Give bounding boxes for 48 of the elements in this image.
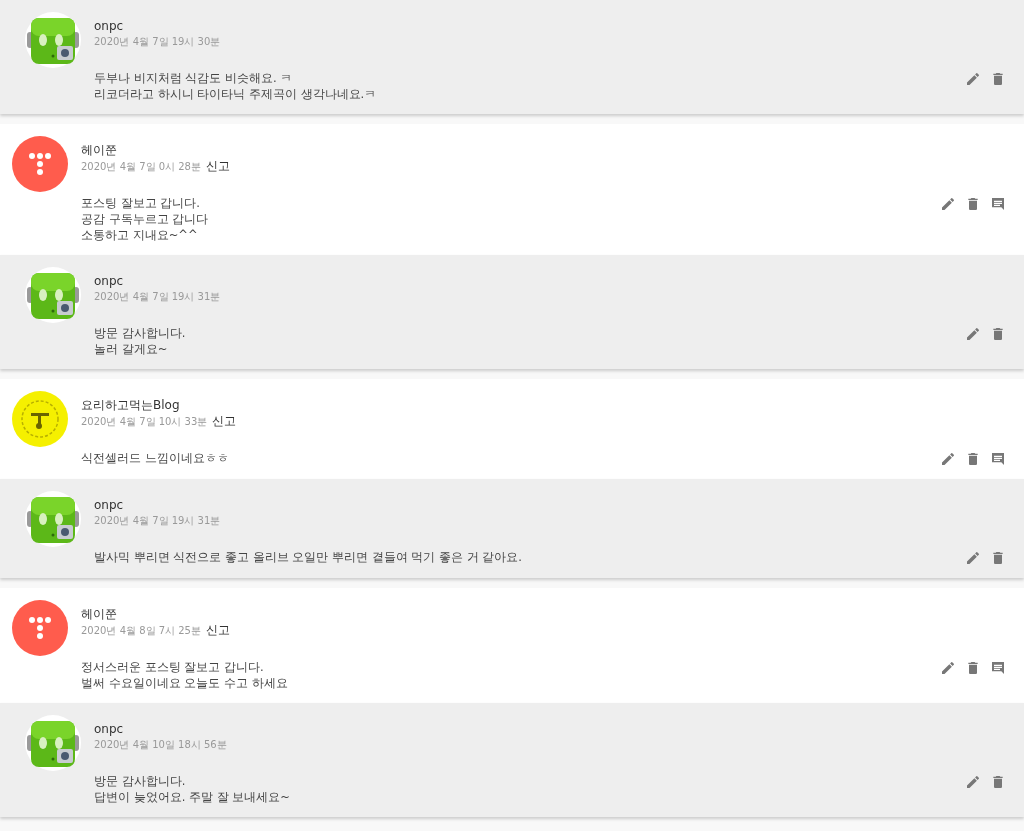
author-name: onpc bbox=[94, 722, 125, 737]
author-name: 헤이쭌 bbox=[81, 607, 118, 622]
pencil-icon[interactable] bbox=[940, 451, 956, 467]
badge-avatar-icon bbox=[12, 391, 68, 447]
comment-icon[interactable] bbox=[990, 660, 1006, 676]
comment-text: 발사믹 뿌리면 식전으로 좋고 올리브 오일만 뿌리면 곁들여 먹기 좋은 거 같아요. bbox=[94, 549, 523, 565]
trash-icon[interactable] bbox=[990, 774, 1006, 790]
author-name: 요리하고먹는Blog bbox=[81, 398, 181, 413]
robot-avatar-icon bbox=[25, 715, 81, 771]
comment-date: 2020년 4월 7일 0시 28분 bbox=[81, 160, 201, 174]
comment-date: 2020년 4월 7일 19시 30분 bbox=[94, 35, 221, 49]
author-name: onpc bbox=[94, 274, 125, 289]
comment-text: 정서스러운 포스팅 잘보고 갑니다. 벌써 수요일이네요 오늘도 수고 하세요 bbox=[81, 659, 289, 691]
trash-icon[interactable] bbox=[990, 550, 1006, 566]
trash-icon[interactable] bbox=[965, 196, 981, 212]
comment-icon[interactable] bbox=[990, 451, 1006, 467]
report-link[interactable]: 신고 bbox=[206, 158, 230, 174]
robot-avatar-icon bbox=[25, 12, 81, 68]
comment-text: 두부나 비지처럼 식감도 비슷해요. ㅋ 리코더라고 하시니 타이타닉 주제곡이 생각나네요.ㅋ bbox=[94, 70, 378, 102]
comment-date: 2020년 4월 8일 7시 25분 bbox=[81, 624, 201, 638]
trash-icon[interactable] bbox=[965, 451, 981, 467]
robot-avatar-icon bbox=[25, 267, 81, 323]
comment-text: 식전셀러드 느낌이네요ㅎㅎ bbox=[81, 450, 230, 466]
avatar-icon bbox=[12, 600, 68, 656]
pencil-icon[interactable] bbox=[940, 660, 956, 676]
trash-icon[interactable] bbox=[990, 71, 1006, 87]
pencil-icon[interactable] bbox=[965, 550, 981, 566]
report-link[interactable]: 신고 bbox=[206, 622, 230, 638]
comment-date: 2020년 4월 10일 18시 56분 bbox=[94, 738, 227, 752]
pencil-icon[interactable] bbox=[965, 71, 981, 87]
comment-date: 2020년 4월 7일 19시 31분 bbox=[94, 514, 221, 528]
comment-date: 2020년 4월 7일 10시 33분 bbox=[81, 415, 208, 429]
comment-text: 포스팅 잘보고 갑니다. 공감 구독누르고 갑니다 소통하고 지내요~^^ bbox=[81, 195, 210, 243]
comment-text: 방문 감사합니다. 답변이 늦었어요. 주말 잘 보내세요~ bbox=[94, 773, 291, 805]
comment-icon[interactable] bbox=[990, 196, 1006, 212]
robot-avatar-icon bbox=[25, 491, 81, 547]
trash-icon[interactable] bbox=[965, 660, 981, 676]
pencil-icon[interactable] bbox=[965, 326, 981, 342]
report-link[interactable]: 신고 bbox=[212, 413, 237, 429]
author-name: onpc bbox=[94, 19, 125, 34]
pencil-icon[interactable] bbox=[940, 196, 956, 212]
comment-date: 2020년 4월 7일 19시 31분 bbox=[94, 290, 221, 304]
author-name: onpc bbox=[94, 498, 125, 513]
trash-icon[interactable] bbox=[990, 326, 1006, 342]
comment-text: 방문 감사합니다. 놀러 갈게요~ bbox=[94, 325, 187, 357]
pencil-icon[interactable] bbox=[965, 774, 981, 790]
author-name: 헤이쭌 bbox=[81, 143, 118, 158]
avatar-icon bbox=[12, 136, 68, 192]
